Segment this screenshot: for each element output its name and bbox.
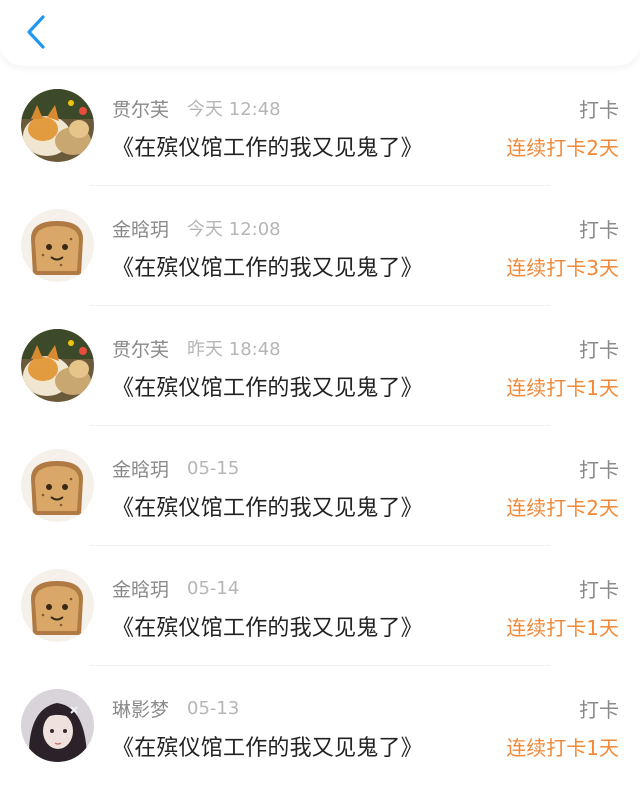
checkin-list-page: 贯尔芙 今天 12:48 《在殡仪馆工作的我又见鬼了》 打卡 连续打卡2天 金晗… bbox=[0, 0, 640, 794]
user-avatar[interactable] bbox=[21, 689, 94, 762]
cat-avatar-icon bbox=[21, 329, 94, 402]
username[interactable]: 金晗玥 bbox=[112, 575, 169, 602]
checkin-label: 打卡 bbox=[579, 698, 619, 722]
list-item[interactable]: 金晗玥 05-14 《在殡仪馆工作的我又见鬼了》 打卡 连续打卡1天 bbox=[0, 546, 640, 666]
cat-avatar-icon bbox=[21, 89, 94, 162]
book-title[interactable]: 《在殡仪馆工作的我又见鬼了》 bbox=[112, 730, 423, 762]
book-title[interactable]: 《在殡仪馆工作的我又见鬼了》 bbox=[112, 490, 423, 522]
username[interactable]: 金晗玥 bbox=[112, 455, 169, 482]
timestamp: 05-15 bbox=[187, 457, 240, 479]
username[interactable]: 金晗玥 bbox=[112, 215, 169, 242]
username[interactable]: 贯尔芙 bbox=[112, 335, 169, 362]
streak-count: 连续打卡3天 bbox=[506, 256, 619, 280]
timestamp: 05-13 bbox=[187, 697, 240, 719]
item-meta: 贯尔芙 今天 12:48 bbox=[112, 93, 281, 123]
timestamp: 昨天 18:48 bbox=[187, 339, 281, 360]
user-avatar[interactable] bbox=[21, 89, 94, 162]
checkin-label: 打卡 bbox=[579, 218, 619, 242]
streak-count: 连续打卡2天 bbox=[506, 496, 619, 520]
book-title[interactable]: 《在殡仪馆工作的我又见鬼了》 bbox=[112, 370, 423, 402]
checkin-label: 打卡 bbox=[579, 98, 619, 122]
username[interactable]: 贯尔芙 bbox=[112, 95, 169, 122]
top-nav-bar bbox=[0, 0, 640, 66]
chevron-left-icon bbox=[27, 15, 45, 49]
streak-count: 连续打卡1天 bbox=[506, 736, 619, 760]
timestamp: 今天 12:48 bbox=[187, 99, 281, 120]
list-item[interactable]: 贯尔芙 昨天 18:48 《在殡仪馆工作的我又见鬼了》 打卡 连续打卡1天 bbox=[0, 306, 640, 426]
list-item[interactable]: 贯尔芙 今天 12:48 《在殡仪馆工作的我又见鬼了》 打卡 连续打卡2天 bbox=[0, 66, 640, 186]
item-meta: 贯尔芙 昨天 18:48 bbox=[112, 333, 281, 363]
user-avatar[interactable] bbox=[21, 209, 94, 282]
book-title[interactable]: 《在殡仪馆工作的我又见鬼了》 bbox=[112, 130, 423, 162]
book-title[interactable]: 《在殡仪馆工作的我又见鬼了》 bbox=[112, 250, 423, 282]
item-meta: 金晗玥 05-15 bbox=[112, 453, 239, 483]
toast-avatar-icon bbox=[21, 209, 94, 282]
toast-avatar-icon bbox=[21, 569, 94, 642]
checkin-label: 打卡 bbox=[579, 458, 619, 482]
user-avatar[interactable] bbox=[21, 329, 94, 402]
book-title[interactable]: 《在殡仪馆工作的我又见鬼了》 bbox=[112, 610, 423, 642]
checkin-list: 贯尔芙 今天 12:48 《在殡仪馆工作的我又见鬼了》 打卡 连续打卡2天 金晗… bbox=[0, 66, 640, 786]
item-meta: 琳影梦 05-13 bbox=[112, 693, 239, 723]
user-avatar[interactable] bbox=[21, 449, 94, 522]
username[interactable]: 琳影梦 bbox=[112, 695, 169, 722]
list-item[interactable]: 金晗玥 05-15 《在殡仪馆工作的我又见鬼了》 打卡 连续打卡2天 bbox=[0, 426, 640, 546]
item-meta: 金晗玥 05-14 bbox=[112, 573, 239, 603]
checkin-label: 打卡 bbox=[579, 578, 619, 602]
checkin-label: 打卡 bbox=[579, 338, 619, 362]
list-item[interactable]: 琳影梦 05-13 《在殡仪馆工作的我又见鬼了》 打卡 连续打卡1天 bbox=[0, 666, 640, 786]
streak-count: 连续打卡2天 bbox=[506, 136, 619, 160]
timestamp: 今天 12:08 bbox=[187, 219, 281, 240]
list-item[interactable]: 金晗玥 今天 12:08 《在殡仪馆工作的我又见鬼了》 打卡 连续打卡3天 bbox=[0, 186, 640, 306]
toast-avatar-icon bbox=[21, 449, 94, 522]
user-avatar[interactable] bbox=[21, 569, 94, 642]
streak-count: 连续打卡1天 bbox=[506, 376, 619, 400]
item-meta: 金晗玥 今天 12:08 bbox=[112, 213, 281, 243]
back-button[interactable] bbox=[14, 8, 58, 56]
girl-avatar-icon bbox=[21, 689, 94, 762]
timestamp: 05-14 bbox=[187, 577, 240, 599]
streak-count: 连续打卡1天 bbox=[506, 616, 619, 640]
